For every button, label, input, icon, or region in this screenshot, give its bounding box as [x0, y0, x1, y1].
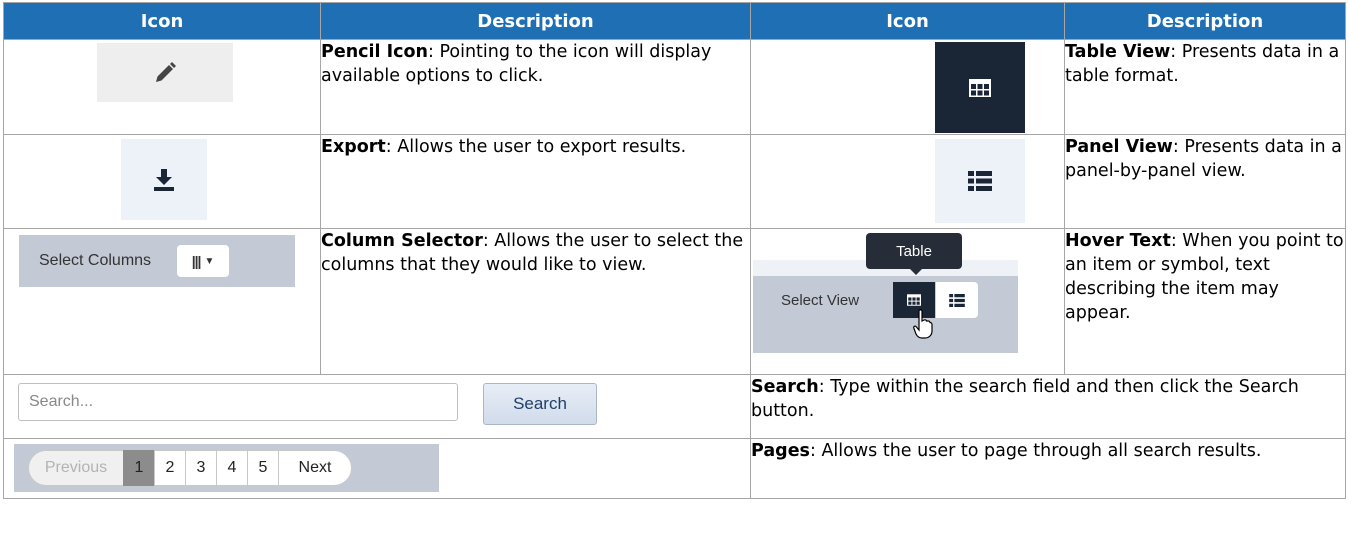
table-view-title: Table View [1065, 42, 1171, 62]
icon-reference-table: Icon Description Icon Description Pencil… [3, 2, 1346, 499]
list-icon [949, 293, 965, 307]
hover-text-description: Hover Text: When you point to an item or… [1064, 228, 1346, 375]
header-description-2: Description [1064, 2, 1346, 40]
pencil-description: Pencil Icon: Pointing to the icon will d… [320, 39, 751, 135]
search-button[interactable]: Search [483, 383, 597, 425]
table-view-cell [750, 39, 1065, 135]
page-button-4[interactable]: 4 [216, 450, 248, 486]
column-selector-title: Column Selector [321, 231, 483, 251]
table-row: Pencil Icon: Pointing to the icon will d… [3, 39, 1346, 135]
page-button-2[interactable]: 2 [154, 450, 186, 486]
pages-demo-cell: Previous 1 2 3 4 5 Next [3, 438, 751, 499]
export-cell [3, 134, 321, 229]
header-description-1: Description [320, 2, 751, 40]
hover-demo: Select View Table [753, 233, 1018, 353]
panel-view-button[interactable] [935, 139, 1025, 223]
pencil-icon [156, 61, 176, 82]
column-selector-description: Column Selector: Allows the user to sele… [320, 228, 751, 375]
caret-down-icon: ▼ [204, 255, 215, 267]
panel-view-cell [750, 134, 1065, 229]
previous-page-button[interactable]: Previous [28, 450, 124, 486]
pages-description: Pages: Allows the user to page through a… [750, 438, 1346, 499]
list-icon [968, 171, 992, 191]
export-title: Export [321, 137, 386, 157]
table-row: Export: Allows the user to export result… [3, 134, 1346, 229]
pencil-cell [3, 39, 321, 135]
columns-icon: ||| [191, 253, 202, 269]
header-icon-1: Icon [3, 2, 321, 40]
column-selector-cell: Select Columns ||| ▼ [3, 228, 321, 375]
table-row: Search... Search Search: Type within the… [3, 374, 1346, 439]
table-row: Previous 1 2 3 4 5 Next Pages: Allows th… [3, 438, 1346, 499]
table-view-description: Table View: Presents data in a table for… [1064, 39, 1346, 135]
hover-tooltip: Table [866, 233, 962, 275]
select-columns-label: Select Columns [39, 252, 152, 269]
panel-view-title: Panel View [1065, 137, 1173, 157]
table-view-button[interactable] [935, 42, 1025, 133]
search-input[interactable]: Search... [18, 383, 458, 421]
next-page-button[interactable]: Next [278, 450, 352, 486]
export-button[interactable] [121, 139, 207, 220]
panel-view-description: Panel View: Presents data in a panel-by-… [1064, 134, 1346, 229]
pages-title: Pages [751, 441, 810, 461]
page-button-3[interactable]: 3 [185, 450, 217, 486]
export-text: : Allows the user to export results. [385, 137, 687, 157]
export-description: Export: Allows the user to export result… [320, 134, 751, 229]
column-selector-toolbar: Select Columns ||| ▼ [19, 235, 295, 287]
hover-text-title: Hover Text [1065, 231, 1171, 251]
page-button-5[interactable]: 5 [247, 450, 279, 486]
select-view-label: Select View [781, 292, 860, 309]
pagination: Previous 1 2 3 4 5 Next [28, 450, 352, 486]
grid-icon [969, 78, 991, 97]
pages-text: : Allows the user to page through all se… [809, 441, 1262, 461]
hand-cursor-icon [913, 309, 933, 339]
search-title: Search [751, 377, 819, 397]
header-icon-2: Icon [750, 2, 1065, 40]
table-row: Select Columns ||| ▼ Column Selector: Al… [3, 228, 1346, 375]
search-text: : Type within the search field and then … [751, 377, 1299, 421]
header-row: Icon Description Icon Description [3, 2, 1346, 40]
page-button-1[interactable]: 1 [123, 450, 155, 486]
panel-view-toggle[interactable] [936, 282, 978, 318]
hover-text-cell: Select View Table [750, 228, 1065, 375]
pencil-title: Pencil Icon [321, 42, 428, 62]
column-selector-button[interactable]: ||| ▼ [177, 245, 230, 277]
download-icon [154, 168, 174, 191]
search-description: Search: Type within the search field and… [750, 374, 1346, 439]
grid-icon [907, 294, 921, 306]
search-demo-cell: Search... Search [3, 374, 751, 439]
pencil-button[interactable] [97, 43, 233, 102]
